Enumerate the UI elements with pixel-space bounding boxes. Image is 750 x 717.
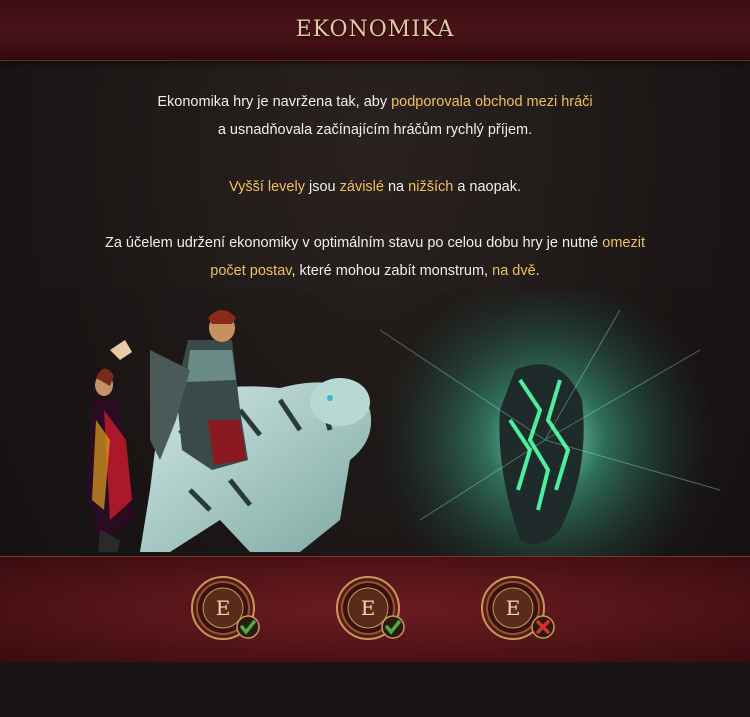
paragraph-levels-text-3: a naopak.: [453, 179, 522, 195]
paragraph-limit-text-3: .: [535, 263, 540, 279]
paragraph-limit-text-1: Za účelem udržení ekonomiky v optimálním…: [104, 235, 603, 251]
highlight-higher-levels: Vyšší levely: [228, 179, 305, 195]
check-icon: [381, 615, 405, 639]
faction-badge-1[interactable]: E: [190, 575, 270, 645]
header-bar: EKONOMIKA: [0, 0, 750, 62]
highlight-character-count: počet postav: [210, 263, 292, 279]
highlight-dependent: závislé: [339, 179, 384, 195]
check-icon: [236, 615, 260, 639]
highlight-lower: nižších: [408, 179, 454, 195]
faction-badge-3[interactable]: E: [480, 575, 560, 645]
paragraph-trade-text: Ekonomika hry je navržena tak, aby: [157, 94, 392, 110]
badge-letter-2: E: [361, 596, 376, 620]
glowing-crystal: [375, 290, 721, 558]
badge-letter-1: E: [216, 596, 231, 620]
paragraph-limit: Za účelem udržení ekonomiky v optimálním…: [40, 229, 710, 285]
game-artwork: [0, 290, 750, 558]
highlight-trade: podporovala obchod mezi hráči: [391, 94, 593, 110]
paragraph-trade-text-2: a usnadňovala začínajícím hráčům rychlý …: [217, 122, 533, 138]
badge-letter-3: E: [506, 596, 521, 620]
paragraph-levels-text-2: na: [383, 179, 409, 195]
paragraph-trade: Ekonomika hry je navržena tak, aby podpo…: [40, 88, 710, 144]
paragraph-levels-text-1: jsou: [304, 179, 340, 195]
cross-icon: [531, 615, 555, 639]
highlight-two: na dvě: [492, 263, 536, 279]
economy-page: EKONOMIKA Ekonomika hry je navržena tak,…: [0, 0, 750, 717]
page-title: EKONOMIKA: [295, 17, 455, 42]
highlight-limit: omezit: [602, 235, 645, 251]
paragraph-limit-text-2: , které mohou zabít monstrum,: [291, 263, 493, 279]
faction-badge-2[interactable]: E: [335, 575, 415, 645]
paragraph-levels: Vyšší levely jsou závislé na nižších a n…: [40, 173, 710, 201]
bottom-strip: [0, 662, 750, 717]
